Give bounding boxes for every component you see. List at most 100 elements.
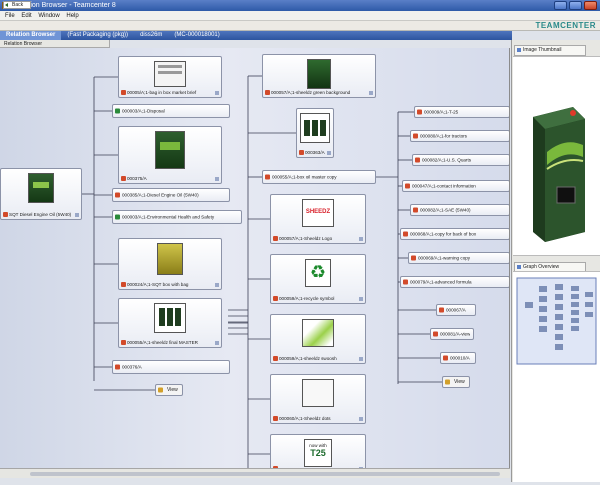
- status-flag-icon: [359, 237, 363, 241]
- status-flag-icon: [359, 297, 363, 301]
- tab-context-3[interactable]: (MC-000018001): [168, 31, 225, 40]
- item-type-icon: [115, 214, 120, 220]
- relation-node[interactable]: 000081/A-view: [430, 328, 474, 340]
- item-thumbnail-image: [154, 303, 186, 333]
- status-flag-icon: [215, 177, 219, 181]
- item-thumbnail-image: ♻: [305, 259, 331, 287]
- item-type-icon: [413, 133, 418, 139]
- node-label: 000010/A: [450, 355, 470, 361]
- menu-window[interactable]: Window: [38, 11, 59, 21]
- relation-node[interactable]: 00005/A;1-bag in box market brief: [118, 56, 222, 98]
- image-icon: [517, 48, 521, 52]
- item-type-icon: [121, 90, 126, 95]
- tab-context-1[interactable]: (Fast Packaging (pkg)): [61, 31, 134, 40]
- item-type-icon: [417, 109, 422, 115]
- root-node[interactable]: SQT Diesel Engine Oil (5W40): [0, 168, 82, 220]
- node-label: 000059/A;1-sheeldz swoosh: [279, 356, 337, 361]
- window-title-bar: Relation Browser - Teamcenter 8: [0, 0, 600, 11]
- node-label: 000081/A-view: [440, 331, 470, 337]
- status-flag-icon: [369, 91, 373, 95]
- relation-node[interactable]: 000010/A: [440, 352, 476, 364]
- node-label: 000082/A;1-SAE (5W40): [420, 207, 471, 213]
- item-type-icon: [265, 174, 270, 180]
- node-label: 000024/A;1-SQT box with bag: [127, 282, 189, 287]
- relation-node[interactable]: 000003/A;1-Disposal: [112, 104, 230, 118]
- item-type-icon: [433, 331, 438, 337]
- status-flag-icon: [75, 213, 79, 217]
- relation-node[interactable]: 000024/A;1-SQT box with bag: [118, 238, 222, 290]
- node-label: 000057/A;1-Sheeldz Logo: [279, 236, 333, 241]
- relation-graph-canvas[interactable]: SQT Diesel Engine Oil (5W40) 00005/A;1-ba…: [0, 48, 510, 468]
- item-type-icon: [121, 340, 126, 345]
- menu-help[interactable]: Help: [66, 11, 78, 21]
- relation-node[interactable]: 000057/A;1-sheeldz green background: [262, 54, 376, 98]
- scrollbar-thumb[interactable]: [30, 472, 500, 476]
- close-icon[interactable]: [584, 1, 597, 10]
- relation-node[interactable]: now with T25: [270, 434, 366, 468]
- relation-node[interactable]: 000009/A;1-T-25: [414, 106, 509, 118]
- minimize-icon[interactable]: [554, 1, 567, 10]
- view-icon: [158, 387, 163, 393]
- tab-context-2[interactable]: diss26m: [134, 31, 168, 40]
- item-type-icon: [121, 282, 126, 287]
- item-type-icon: [273, 236, 278, 241]
- relation-node[interactable]: 000069/A;1-warning copy: [408, 252, 509, 264]
- col3-view-button[interactable]: View: [442, 376, 470, 388]
- relation-node[interactable]: ♻ 000059/A;1-recycle symbol: [270, 254, 366, 304]
- node-label: 000385/A;1-Diesel Engine Oil (5W40): [122, 192, 199, 198]
- item-type-icon: [439, 307, 444, 313]
- item-type-icon: [265, 90, 270, 95]
- item-type-icon: [403, 279, 408, 285]
- menu-edit[interactable]: Edit: [21, 11, 31, 21]
- relation-node[interactable]: 000059/A;1-sheeldz swoosh: [270, 314, 366, 364]
- item-thumbnail-image: [157, 243, 183, 275]
- node-label: 000057/A;1-sheeldz green background: [271, 90, 351, 95]
- relation-node[interactable]: 000067/A: [436, 304, 476, 316]
- product-box-image: [533, 107, 585, 242]
- graph-overview-view[interactable]: [513, 271, 600, 482]
- relation-node[interactable]: 000363/A: [296, 108, 334, 158]
- item-thumbnail-image: [300, 113, 330, 143]
- node-label: 000375/A: [127, 176, 147, 181]
- tab-relation-browser[interactable]: Relation Browser: [0, 31, 62, 40]
- item-thumbnail-image: [302, 319, 334, 347]
- item-thumbnail-image: SHEEDZ: [302, 199, 334, 227]
- item-thumbnail-image: [28, 173, 54, 203]
- sheeldz-logo-art: SHEEDZ: [305, 209, 331, 215]
- relation-node[interactable]: SHEEDZ 000057/A;1-Sheeldz Logo: [270, 194, 366, 244]
- item-thumbnail-image: [154, 61, 186, 87]
- tab-image-thumbnail[interactable]: Image Thumbnail: [514, 45, 586, 56]
- view-button-label: View: [454, 379, 465, 385]
- node-label: 000082/A;1-U.S. Quarts: [422, 157, 472, 163]
- status-flag-icon: [327, 151, 331, 155]
- brand-logo: TEAMCENTER: [535, 21, 596, 30]
- relation-node[interactable]: 000079/A;1-advanced formula: [400, 276, 509, 288]
- item-type-icon: [273, 356, 278, 361]
- item-type-icon: [403, 231, 408, 237]
- col1-view-button[interactable]: View: [155, 384, 183, 396]
- relation-node[interactable]: 000082/A;1-U.S. Quarts: [412, 154, 509, 166]
- relation-node[interactable]: 000055/A;1-sheeldz final MASTER: [118, 298, 222, 348]
- status-flag-icon: [359, 357, 363, 361]
- relation-node[interactable]: 000385/A;1-Diesel Engine Oil (5W40): [112, 188, 230, 202]
- relation-node[interactable]: 000068/A;1-copy for back of box: [400, 228, 509, 240]
- node-label: 000059/A;1-recycle symbol: [279, 296, 335, 301]
- relation-node[interactable]: 000003/A;1-Environmental Health and Safe…: [112, 210, 242, 224]
- relation-node[interactable]: 000055/A;1-box oil master copy: [262, 170, 376, 184]
- relation-node[interactable]: 000082/A;1-SAE (5W40): [410, 204, 509, 216]
- item-thumbnail-image: [155, 131, 185, 169]
- node-label: 000069/A;1-warning copy: [418, 255, 471, 261]
- relation-node[interactable]: 000060/A;1-Sheeldz dots: [270, 374, 366, 424]
- relation-node[interactable]: 000047/A;1-contact information: [402, 180, 509, 192]
- relation-node[interactable]: 000376/A: [112, 360, 230, 374]
- relation-node[interactable]: 000080/A;1-for tractors: [410, 130, 509, 142]
- maximize-icon[interactable]: [569, 1, 582, 10]
- node-label: 000067/A: [446, 307, 466, 313]
- item-type-icon: [415, 157, 420, 163]
- node-label: 000003/A;1-Environmental Health and Safe…: [122, 214, 215, 220]
- relation-node[interactable]: 000375/A: [118, 126, 222, 184]
- view-header[interactable]: Relation Browser: [0, 40, 110, 48]
- menu-file[interactable]: File: [5, 11, 15, 21]
- image-thumbnail-title: Image Thumbnail: [523, 47, 562, 53]
- view-header-label: Relation Browser: [4, 41, 43, 47]
